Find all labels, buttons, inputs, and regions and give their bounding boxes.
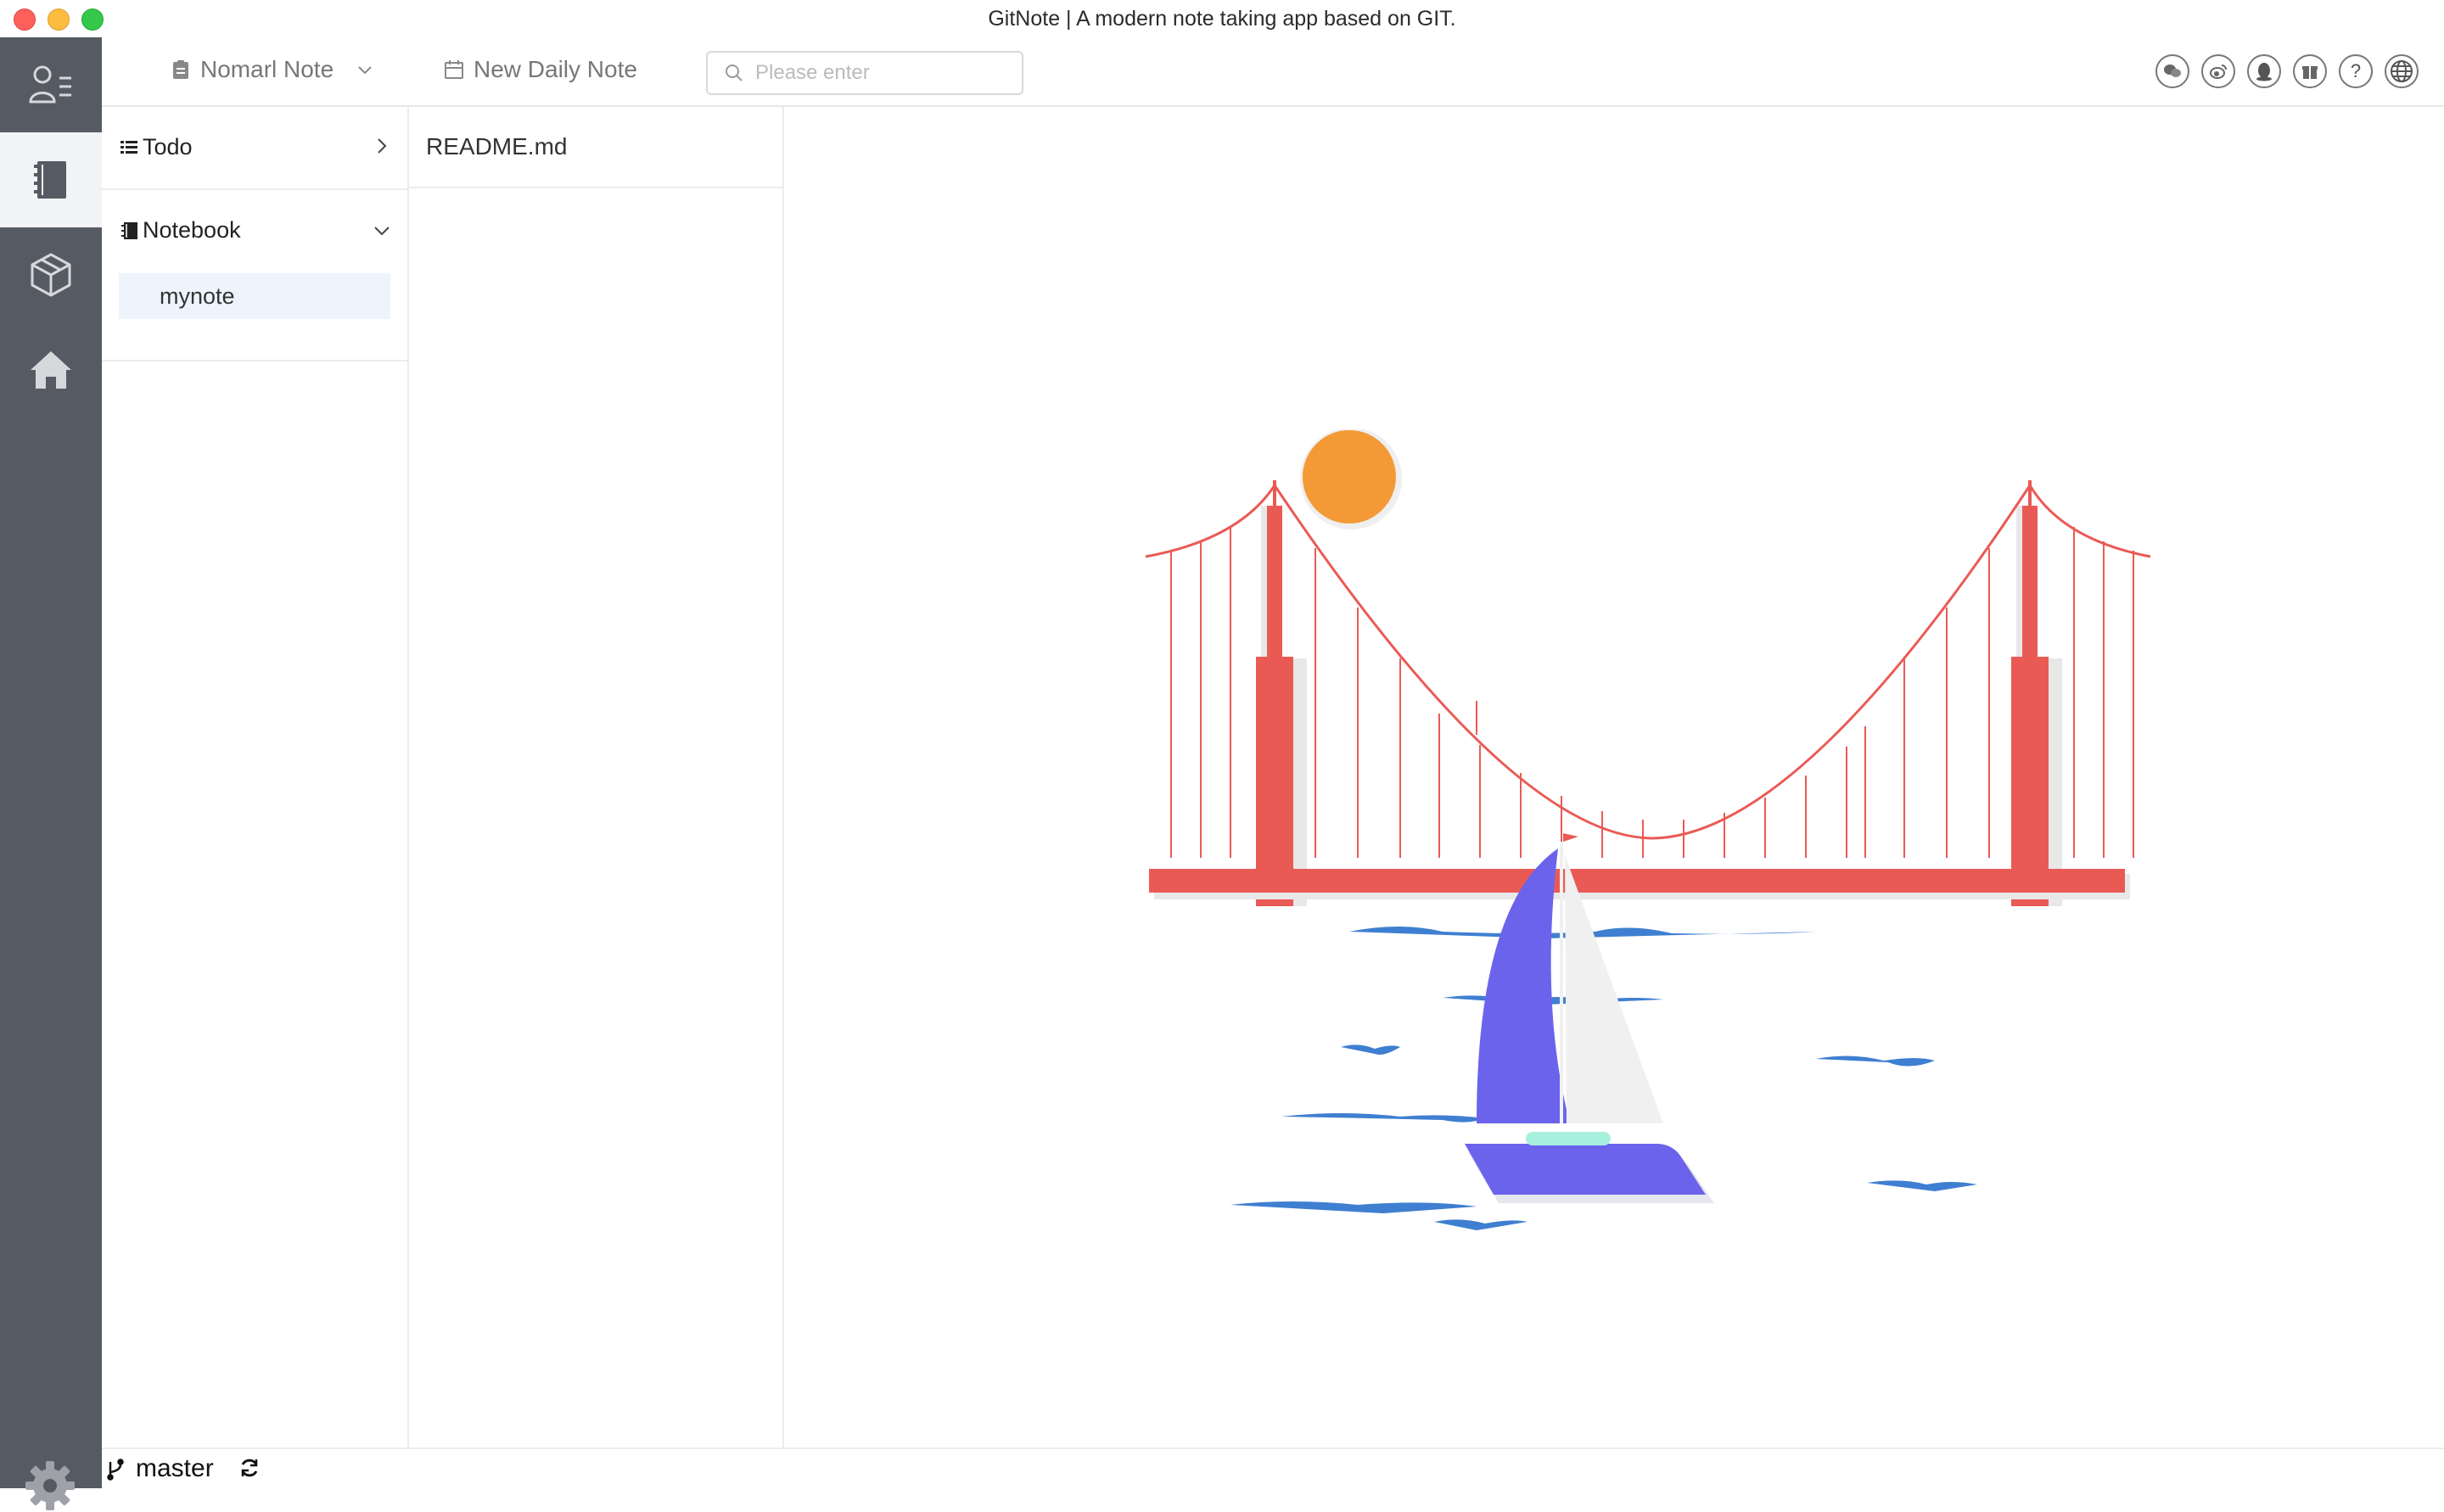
note-type-label: Nomarl Note bbox=[200, 56, 334, 82]
gear-icon[interactable] bbox=[24, 1459, 76, 1512]
gift-icon[interactable] bbox=[2293, 54, 2327, 88]
top-toolbar: Nomarl Note New Daily Note ? bbox=[102, 37, 2444, 107]
qq-icon[interactable] bbox=[2247, 54, 2281, 88]
section-divider bbox=[102, 360, 407, 361]
search-icon bbox=[726, 64, 743, 81]
clipboard-icon bbox=[173, 60, 188, 79]
search-input[interactable] bbox=[754, 60, 1012, 86]
list-icon bbox=[121, 140, 137, 154]
rail-notes-button[interactable] bbox=[0, 132, 102, 227]
section-divider bbox=[102, 188, 407, 190]
search-box bbox=[706, 51, 1023, 95]
chevron-down-icon bbox=[358, 66, 372, 75]
rail-profile-button[interactable] bbox=[0, 37, 102, 132]
notebook-small-icon bbox=[121, 221, 137, 239]
home-icon bbox=[31, 351, 71, 389]
file-row-readme[interactable]: README.md bbox=[409, 107, 782, 188]
notebook-item-mynote[interactable]: mynote bbox=[119, 273, 390, 319]
refresh-icon bbox=[241, 1459, 258, 1477]
todo-section-header[interactable]: Todo bbox=[119, 134, 193, 160]
chevron-right-icon[interactable] bbox=[372, 136, 392, 160]
new-daily-note-label: New Daily Note bbox=[474, 56, 637, 82]
note-type-dropdown[interactable]: Nomarl Note bbox=[170, 56, 376, 83]
left-nav-rail bbox=[0, 37, 102, 1510]
sync-button[interactable] bbox=[238, 1456, 261, 1484]
globe-icon[interactable] bbox=[2385, 54, 2419, 88]
status-bar: master bbox=[102, 1448, 2444, 1488]
empty-state-illustration bbox=[1145, 429, 2151, 1230]
todo-label: Todo bbox=[143, 134, 193, 160]
user-list-icon bbox=[29, 65, 71, 104]
weibo-icon[interactable] bbox=[2201, 54, 2235, 88]
category-sidebar: Todo Notebook mynote bbox=[102, 107, 409, 1448]
window-title: GitNote | A modern note taking app based… bbox=[988, 7, 1456, 31]
rail-home-button[interactable] bbox=[0, 322, 102, 417]
calendar-icon bbox=[445, 60, 463, 79]
notebook-icon bbox=[34, 161, 66, 199]
help-icon[interactable]: ? bbox=[2339, 54, 2373, 88]
notebook-section-header[interactable]: Notebook bbox=[119, 217, 241, 244]
editor-content-area bbox=[784, 107, 2444, 1448]
file-list: README.md bbox=[409, 107, 784, 1448]
chevron-down-icon[interactable] bbox=[372, 221, 392, 245]
title-bar: GitNote | A modern note taking app based… bbox=[0, 0, 2444, 38]
branch-name: master bbox=[136, 1454, 214, 1482]
new-daily-note-button[interactable]: New Daily Note bbox=[443, 56, 637, 83]
cube-icon bbox=[31, 253, 71, 297]
branch-indicator[interactable]: master bbox=[104, 1454, 214, 1483]
notebook-label: Notebook bbox=[143, 217, 241, 243]
git-branch-icon bbox=[107, 1459, 124, 1481]
rail-repository-button[interactable] bbox=[0, 227, 102, 322]
wechat-icon[interactable] bbox=[2155, 54, 2189, 88]
